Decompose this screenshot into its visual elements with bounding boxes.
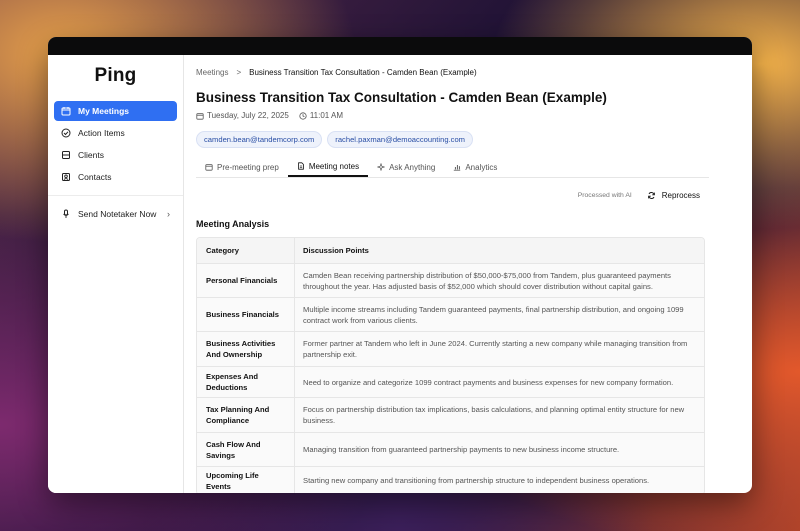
sidebar-item-contacts[interactable]: Contacts xyxy=(54,167,177,187)
chart-icon xyxy=(454,165,461,171)
row-category: Business Financials xyxy=(197,298,295,331)
tab-label: Meeting notes xyxy=(308,161,360,171)
table-row: Cash Flow And Savings Managing transitio… xyxy=(197,432,704,466)
table-row: Business Financials Multiple income stre… xyxy=(197,297,704,331)
chevron-right-icon: › xyxy=(167,209,170,219)
row-discussion: Multiple income streams including Tandem… xyxy=(303,304,684,325)
table-header-row: Category Discussion Points xyxy=(197,238,704,263)
table-row: Upcoming Life Events Starting new compan… xyxy=(197,466,704,493)
column-header-category: Category xyxy=(197,238,295,263)
tab-ask-anything[interactable]: Ask Anything xyxy=(368,157,444,177)
reprocess-button[interactable]: Reprocess xyxy=(642,189,705,202)
sidebar: Ping My Meetings Action Items Clients Co… xyxy=(48,55,184,493)
analysis-table: Category Discussion Points Personal Fina… xyxy=(196,237,705,493)
tab-label: Ask Anything xyxy=(389,162,436,172)
calendar-icon xyxy=(61,107,71,116)
row-category: Personal Financials xyxy=(197,264,295,297)
contact-icon xyxy=(62,173,70,181)
table-row: Business Activities And Ownership Former… xyxy=(197,331,704,366)
check-circle-icon xyxy=(61,128,71,138)
breadcrumb-separator: > xyxy=(236,68,242,77)
row-category: Expenses And Deductions xyxy=(197,367,295,397)
column-header-discussion: Discussion Points xyxy=(303,246,369,255)
table-row: Tax Planning And Compliance Focus on par… xyxy=(197,397,704,432)
sidebar-item-label: Contacts xyxy=(78,172,112,182)
attendee-chip[interactable]: camden.bean@tandemcorp.com xyxy=(196,131,323,148)
row-discussion: Need to organize and categorize 1099 con… xyxy=(303,377,674,387)
send-notetaker-label: Send Notetaker Now xyxy=(78,209,157,219)
main-content: Meetings > Business Transition Tax Consu… xyxy=(184,55,752,493)
tab-label: Analytics xyxy=(465,162,498,172)
tab-analytics[interactable]: Analytics xyxy=(444,157,506,177)
tab-label: Pre-meeting prep xyxy=(217,162,279,172)
attendee-chip[interactable]: rachel.paxman@demoaccounting.com xyxy=(327,131,473,148)
window-titlebar xyxy=(48,37,752,55)
tab-meeting-notes[interactable]: Meeting notes xyxy=(287,157,369,177)
calendar-icon xyxy=(205,164,213,171)
meeting-tabs: Pre-meeting prep Meeting notes Ask Anyth… xyxy=(196,157,709,178)
meeting-date: Tuesday, July 22, 2025 xyxy=(196,111,289,120)
sidebar-item-action-items[interactable]: Action Items xyxy=(54,123,177,143)
meeting-time: 11:01 AM xyxy=(299,111,343,120)
row-discussion: Starting new company and transitioning f… xyxy=(303,476,650,485)
sparkle-icon xyxy=(377,163,386,171)
refresh-icon xyxy=(647,192,655,199)
tab-pre-meeting-prep[interactable]: Pre-meeting prep xyxy=(196,157,288,177)
row-category: Cash Flow And Savings xyxy=(197,433,295,466)
clock-icon xyxy=(299,111,307,120)
table-row: Expenses And Deductions Need to organize… xyxy=(197,366,704,397)
reprocess-label: Reprocess xyxy=(661,191,700,200)
row-discussion: Former partner at Tandem who left in Jun… xyxy=(303,339,688,359)
notes-actions: Processed with AI Reprocess xyxy=(196,189,705,202)
page-title: Business Transition Tax Consultation - C… xyxy=(196,90,607,105)
row-discussion: Focus on partnership distribution tax im… xyxy=(303,405,685,425)
meeting-analysis-title: Meeting Analysis xyxy=(196,219,270,229)
sidebar-divider xyxy=(48,195,183,196)
meeting-meta: Tuesday, July 22, 2025 11:01 AM xyxy=(196,111,752,120)
breadcrumb: Meetings > Business Transition Tax Consu… xyxy=(196,67,752,78)
attendee-chips: camden.bean@tandemcorp.com rachel.paxman… xyxy=(196,131,752,148)
microphone-icon xyxy=(63,209,69,218)
users-icon xyxy=(62,151,70,159)
sidebar-item-label: Action Items xyxy=(78,128,125,138)
send-notetaker-button[interactable]: Send Notetaker Now › xyxy=(54,204,177,224)
meeting-time-text: 11:01 AM xyxy=(309,111,344,120)
processed-with-ai-label: Processed with AI xyxy=(577,192,632,199)
row-category: Tax Planning And Compliance xyxy=(197,398,295,432)
breadcrumb-root[interactable]: Meetings xyxy=(196,68,228,77)
meeting-date-text: Tuesday, July 22, 2025 xyxy=(207,111,289,120)
sidebar-item-clients[interactable]: Clients xyxy=(54,145,177,165)
sidebar-item-label: My Meetings xyxy=(78,106,130,116)
app-logo[interactable]: Ping xyxy=(54,65,177,87)
row-category: Business Activities And Ownership xyxy=(197,332,295,366)
sidebar-item-label: Clients xyxy=(78,150,104,160)
app-layout: Ping My Meetings Action Items Clients Co… xyxy=(48,55,752,493)
row-discussion: Camden Bean receiving partnership distri… xyxy=(303,270,671,291)
app-window: Ping My Meetings Action Items Clients Co… xyxy=(48,37,752,493)
breadcrumb-current: Business Transition Tax Consultation - C… xyxy=(249,68,477,77)
calendar-icon xyxy=(196,112,204,120)
table-row: Personal Financials Camden Bean receivin… xyxy=(197,263,704,297)
sidebar-item-my-meetings[interactable]: My Meetings xyxy=(54,101,177,121)
document-icon xyxy=(298,162,304,170)
row-category: Upcoming Life Events xyxy=(197,467,295,493)
row-discussion: Managing transition from guaranteed part… xyxy=(303,445,620,454)
